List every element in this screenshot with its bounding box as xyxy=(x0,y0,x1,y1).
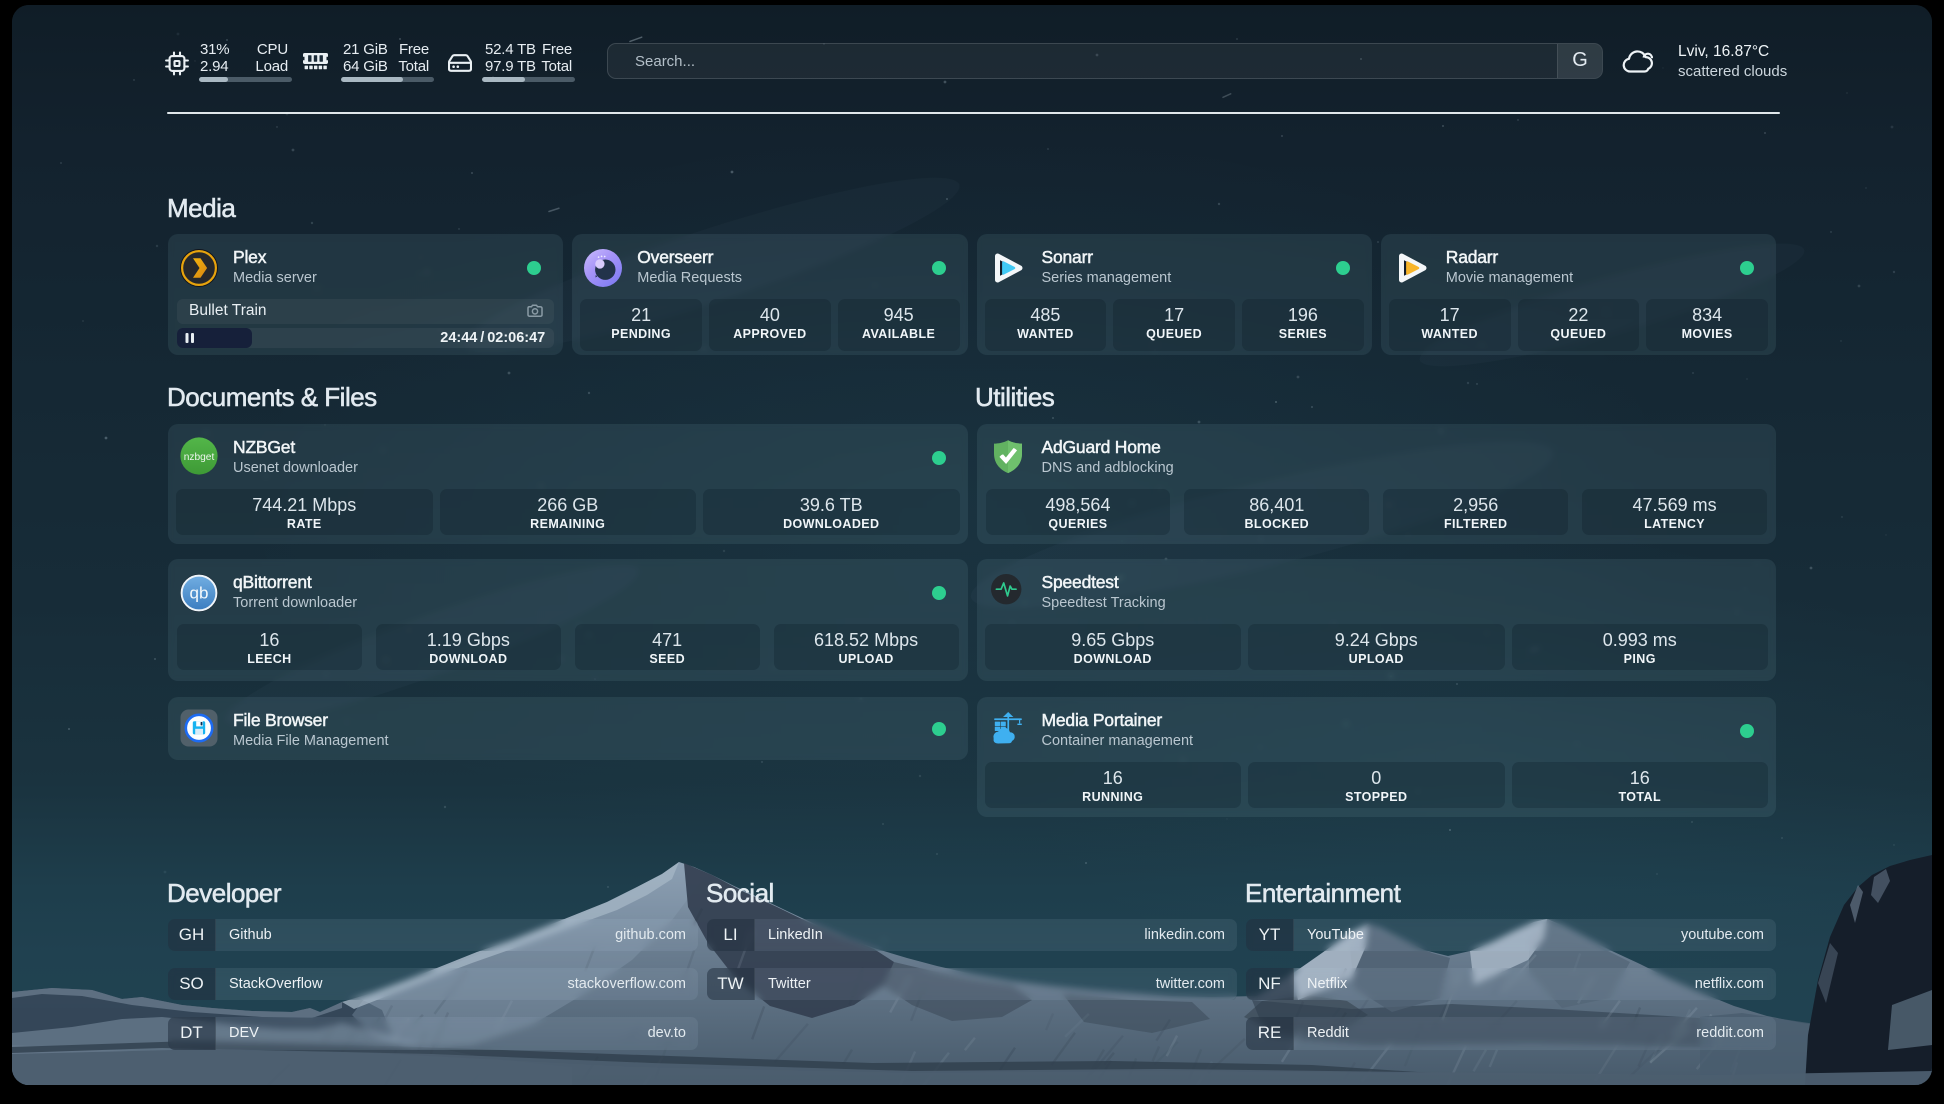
svg-text:nzbget: nzbget xyxy=(184,452,215,463)
svg-text:qb: qb xyxy=(190,583,209,602)
